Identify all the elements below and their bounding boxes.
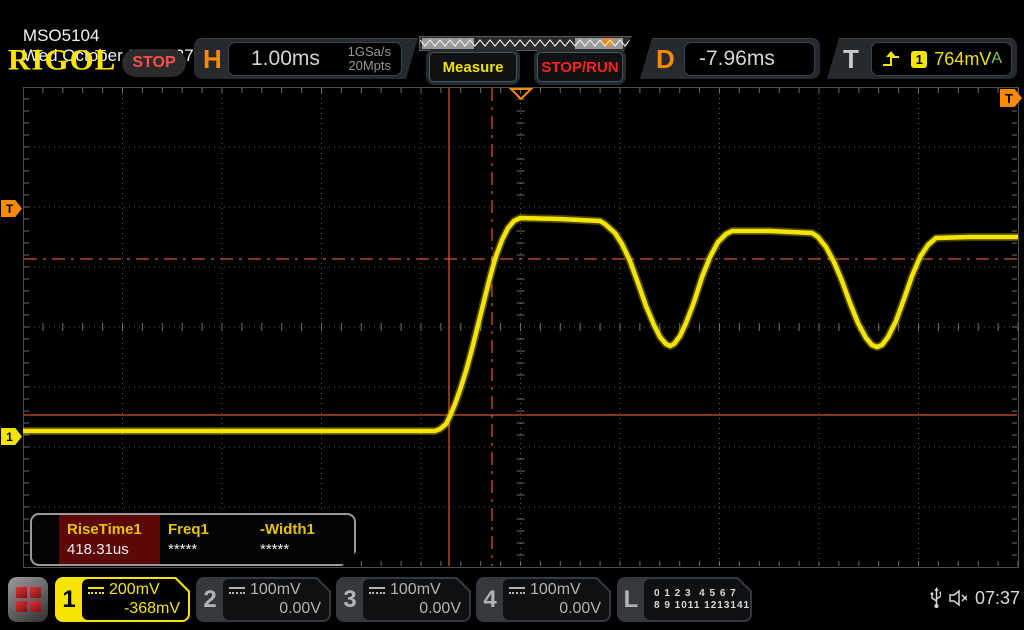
trigger-panel[interactable]: T 1 764mV A	[827, 38, 1017, 79]
measurement-risetime[interactable]: RiseTime1 418.31us	[59, 515, 160, 564]
channel1-box[interactable]: 1 200mV -368mV	[55, 577, 190, 622]
memory-depth: 20Mpts	[348, 59, 391, 73]
horizontal-panel[interactable]: H 1.00ms 1GSa/s 20Mpts	[194, 38, 418, 79]
rigol-logo: RIGOL	[8, 43, 116, 77]
graticule	[23, 87, 1019, 568]
usb-icon	[930, 587, 941, 609]
channel3-offset: 0.00V	[369, 600, 461, 618]
status-icon-area: 07:37	[930, 585, 1020, 611]
channel4-values: 100mV 0.00V	[503, 579, 609, 620]
logic-row1: 0 1 2 3 4 5 6 7	[654, 588, 742, 599]
dc-coupling-icon	[229, 587, 245, 594]
measurement-label: -Width1	[260, 521, 346, 538]
channel2-number: 2	[196, 577, 224, 622]
delay-screen: -7.96ms	[684, 42, 815, 76]
dc-coupling-icon	[88, 587, 104, 594]
channel2-offset: 0.00V	[229, 600, 321, 618]
measure-button[interactable]: Measure	[429, 52, 517, 82]
rising-edge-trigger-icon	[882, 51, 901, 68]
channel4-scale: 100mV	[530, 581, 581, 599]
measurement-label: RiseTime1	[67, 521, 160, 538]
trigger-level-marker[interactable]: T	[1, 200, 22, 217]
channel4-number: 4	[476, 577, 504, 622]
waveform-preview-bar[interactable]	[419, 36, 632, 51]
channel1-values: 200mV -368mV	[82, 579, 188, 620]
acquisition-status-badge[interactable]: STOP	[122, 49, 186, 77]
channel2-values: 100mV 0.00V	[223, 579, 329, 620]
logic-label: L	[617, 577, 645, 622]
logic-values: 0 1 2 3 4 5 6 7 8 9 1011 12131415	[644, 579, 750, 620]
measurement-freq[interactable]: Freq1 *****	[160, 515, 256, 564]
trigger-screen: 1 764mV A	[871, 42, 1012, 76]
channel4-offset: 0.00V	[509, 600, 601, 618]
menu-grid-icon	[16, 587, 41, 612]
preview-zigzag	[420, 37, 631, 50]
channel1-offset: -368mV	[88, 600, 180, 618]
clock: 07:37	[975, 588, 1020, 609]
horizontal-screen: 1.00ms 1GSa/s 20Mpts	[228, 42, 402, 76]
channel3-box[interactable]: 3 100mV 0.00V	[336, 577, 471, 622]
channel1-position-marker[interactable]: 1	[1, 428, 22, 445]
menu-grid-button[interactable]	[8, 577, 48, 622]
stop-run-button[interactable]: STOP/RUN	[537, 52, 623, 82]
channel3-values: 100mV 0.00V	[363, 579, 469, 620]
trigger-label: T	[843, 39, 859, 79]
measurement-panel: RiseTime1 418.31us Freq1 ***** -Width1 *…	[30, 513, 356, 566]
channel1-number: 1	[55, 577, 83, 622]
logic-row2: 8 9 1011 12131415	[654, 600, 742, 611]
dc-coupling-icon	[369, 587, 385, 594]
timebase-value: 1.00ms	[251, 47, 348, 71]
channel2-box[interactable]: 2 100mV 0.00V	[196, 577, 331, 622]
dc-coupling-icon	[509, 587, 525, 594]
delay-value: -7.96ms	[699, 47, 775, 71]
trigger-level-value: 764mV	[934, 49, 991, 70]
trigger-source-badge: 1	[911, 51, 927, 68]
measurement-value: *****	[168, 541, 256, 558]
channel3-scale: 100mV	[390, 581, 441, 599]
delay-panel[interactable]: D -7.96ms	[640, 38, 820, 79]
measurement-value: *****	[260, 541, 346, 558]
acquisition-info: 1GSa/s 20Mpts	[348, 45, 391, 72]
channel3-number: 3	[336, 577, 364, 622]
measurement-label: Freq1	[168, 521, 256, 538]
logic-channels-box[interactable]: L 0 1 2 3 4 5 6 7 8 9 1011 12131415	[617, 577, 752, 622]
channel4-box[interactable]: 4 100mV 0.00V	[476, 577, 611, 622]
trigger-mode: A	[991, 50, 1002, 68]
sample-rate: 1GSa/s	[348, 45, 391, 59]
delay-label: D	[656, 39, 675, 79]
channel2-scale: 100mV	[250, 581, 301, 599]
horizontal-label: H	[203, 39, 222, 79]
channel1-scale: 200mV	[109, 581, 160, 599]
oscilloscope-screen: MSO5104 Wed October 08 07:37:28 2025 RIG…	[0, 0, 1024, 630]
measurement-nwidth[interactable]: -Width1 *****	[256, 515, 346, 564]
measurement-value: 418.31us	[67, 541, 160, 558]
speaker-muted-icon	[949, 589, 967, 607]
